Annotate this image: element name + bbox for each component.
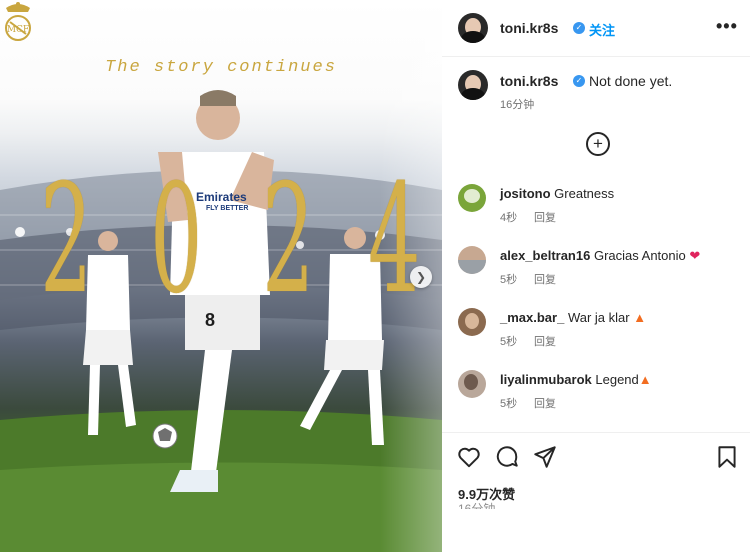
reply-button[interactable]: 回复 xyxy=(534,395,556,411)
post-image[interactable]: MCF The story continues 2 0 2 4 Emirates… xyxy=(0,0,442,552)
year-digit: 2 xyxy=(262,153,315,327)
comment-item: _max.bar_ War ja klar ▲ xyxy=(500,310,646,325)
comment-item: jositono Greatness xyxy=(500,186,614,201)
follow-button[interactable]: 关注 xyxy=(589,20,615,39)
jersey-sponsor-line2: FLY BETTER xyxy=(206,205,249,212)
svg-text:MCF: MCF xyxy=(7,25,29,35)
divider xyxy=(442,432,750,433)
caption-text: Not done yet. xyxy=(589,73,673,89)
header-username[interactable]: toni.kr8s xyxy=(500,20,558,36)
year-digit: 4 xyxy=(368,153,421,327)
verified-badge-icon: ✓ xyxy=(573,22,585,34)
bookmark-icon[interactable] xyxy=(714,444,740,470)
avatar[interactable] xyxy=(458,70,488,100)
plus-circle-icon: + xyxy=(593,134,603,153)
avatar[interactable] xyxy=(458,308,486,336)
post-headline: The story continues xyxy=(105,58,337,77)
fire-emoji-icon: ▲ xyxy=(638,372,652,387)
comment-time: 4秒 xyxy=(500,212,518,224)
comment-icon[interactable] xyxy=(494,444,520,470)
comment-text: Gracias Antonio xyxy=(593,248,686,263)
jersey-number: 8 xyxy=(205,310,216,330)
comment-time: 5秒 xyxy=(500,336,518,348)
real-madrid-crest-icon: MCF xyxy=(5,2,31,41)
year-digit: 0 xyxy=(150,153,203,327)
avatar[interactable] xyxy=(458,13,488,43)
caption-username[interactable]: toni.kr8s xyxy=(500,73,558,89)
post-header: toni.kr8s ✓ 关注 ••• xyxy=(442,0,750,57)
comment-username[interactable]: _max.bar_ xyxy=(500,310,564,325)
reply-button[interactable]: 回复 xyxy=(534,333,556,349)
heart-emoji-icon: ❤ xyxy=(689,248,701,263)
comment-username[interactable]: liyalinmubarok xyxy=(500,372,592,387)
comment-time: 5秒 xyxy=(500,274,518,286)
carousel-next-button[interactable]: ❯ xyxy=(410,266,432,288)
jersey-sponsor: Emirates xyxy=(196,190,247,204)
share-icon[interactable] xyxy=(532,444,558,470)
more-options-icon[interactable]: ••• xyxy=(716,16,738,37)
heart-icon[interactable] xyxy=(456,444,482,470)
comment-text: Greatness xyxy=(554,186,615,201)
reply-button[interactable]: 回复 xyxy=(534,271,556,287)
fire-emoji-icon: ▲ xyxy=(633,310,647,325)
load-more-comments-button[interactable]: + xyxy=(586,132,610,156)
chevron-right-icon: ❯ xyxy=(415,270,427,284)
caption-time: 16分钟 xyxy=(500,99,535,111)
post-sidebar: toni.kr8s ✓ 关注 ••• toni.kr8s ✓ Not done … xyxy=(442,0,750,552)
year-digit: 2 xyxy=(40,153,93,327)
comment-item: liyalinmubarok Legend▲ xyxy=(500,372,652,387)
comment-time: 5秒 xyxy=(500,398,518,410)
avatar[interactable] xyxy=(458,184,486,212)
comment-username[interactable]: jositono xyxy=(500,186,551,201)
post-time: 16分钟 xyxy=(458,502,496,509)
avatar[interactable] xyxy=(458,370,486,398)
reply-button[interactable]: 回复 xyxy=(534,209,556,225)
avatar[interactable] xyxy=(458,246,486,274)
comment-text: Legend xyxy=(595,372,639,387)
comment-username[interactable]: alex_beltran16 xyxy=(500,248,590,263)
comment-item: alex_beltran16 Gracias Antonio ❤ xyxy=(500,248,700,264)
comment-text: War ja klar xyxy=(567,310,630,325)
